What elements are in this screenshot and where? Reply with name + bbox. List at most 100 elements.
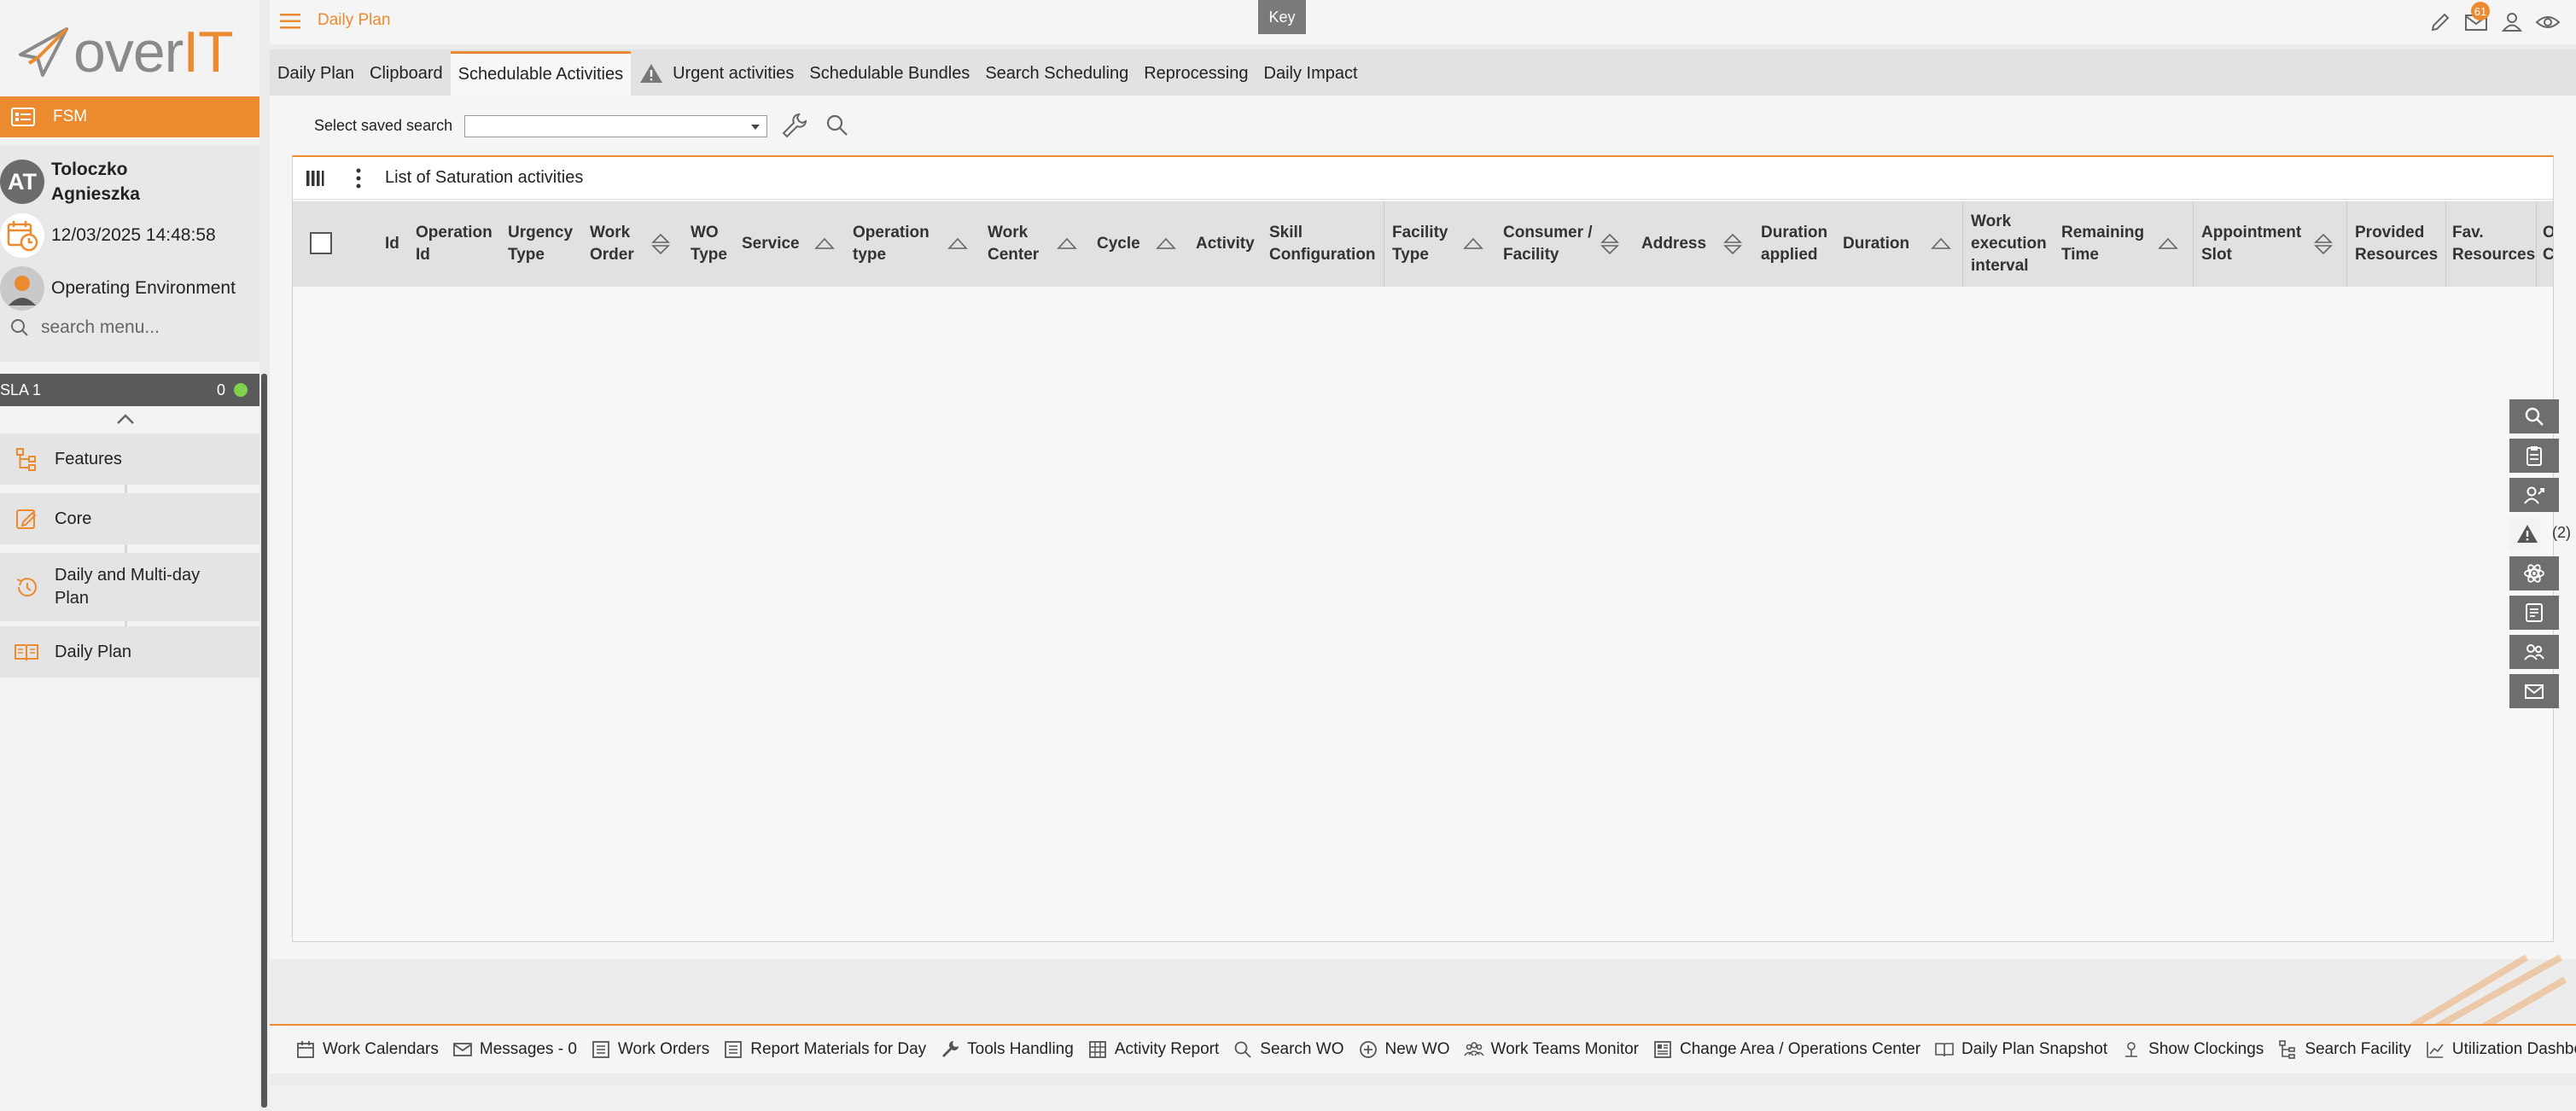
sla-bar[interactable]: SLA 1 0: [0, 374, 259, 406]
column-divider[interactable]: [2445, 201, 2446, 287]
columns-icon[interactable]: [305, 168, 325, 189]
column-header-provided-resources[interactable]: Provided Resources: [2355, 201, 2440, 287]
link-search-facility[interactable]: Search Facility: [2277, 1039, 2411, 1060]
sidebar-scrollbar[interactable]: [261, 374, 267, 1108]
sort-up-icon[interactable]: [1930, 232, 1952, 256]
module-fsm-bar[interactable]: FSM: [0, 96, 259, 137]
column-header-appointment-slot[interactable]: Appointment Slot: [2201, 201, 2312, 287]
sort-up-icon[interactable]: [947, 232, 969, 256]
hamburger-menu-icon[interactable]: [278, 10, 302, 32]
chevron-up-icon[interactable]: [114, 411, 137, 427]
tool-clipboard-button[interactable]: [2509, 439, 2559, 473]
overit-logo[interactable]: overIT: [17, 22, 248, 82]
tab-daily-impact[interactable]: Daily Impact: [1256, 51, 1366, 96]
sort-up-icon[interactable]: [813, 232, 836, 256]
tool-alerts-button[interactable]: [2509, 517, 2540, 551]
watermark-logo-icon: [2404, 954, 2567, 1031]
tab-schedulable-bundles[interactable]: Schedulable Bundles: [801, 51, 977, 96]
link-show-clockings[interactable]: Show Clockings: [2121, 1039, 2264, 1060]
link-messages[interactable]: Messages - 0: [452, 1039, 577, 1060]
column-header-skill-configuration[interactable]: Skill Configuration: [1269, 201, 1380, 287]
column-header-work-execution-interval[interactable]: Work execution interval: [1971, 201, 2056, 287]
column-header-id[interactable]: Id: [385, 201, 399, 287]
avatar[interactable]: AT: [0, 160, 44, 204]
user-name: Toloczko Agnieszka: [51, 157, 140, 206]
user-icon[interactable]: [2499, 9, 2525, 35]
column-header-truncated[interactable]: O C: [2543, 201, 2553, 287]
pencil-icon[interactable]: [2427, 9, 2453, 35]
tab-search-scheduling[interactable]: Search Scheduling: [977, 51, 1136, 96]
sort-both-icon[interactable]: [1599, 232, 1621, 256]
column-divider[interactable]: [2193, 201, 2194, 287]
sort-both-icon[interactable]: [650, 232, 672, 256]
column-header-address[interactable]: Address: [1641, 201, 1706, 287]
column-header-service[interactable]: Service: [742, 201, 800, 287]
column-header-remaining-time[interactable]: Remaining Time: [2061, 201, 2155, 287]
tab-reprocessing[interactable]: Reprocessing: [1136, 51, 1256, 96]
tool-team-button[interactable]: [2509, 635, 2559, 669]
link-label: Report Materials for Day: [750, 1040, 927, 1058]
column-header-work-order[interactable]: Work Order: [590, 201, 650, 287]
key-button[interactable]: Key: [1258, 0, 1306, 34]
sort-up-icon[interactable]: [1155, 232, 1177, 256]
column-header-duration-applied[interactable]: Duration applied: [1761, 201, 1838, 287]
tool-search-button[interactable]: [2509, 399, 2559, 433]
column-divider[interactable]: [2346, 201, 2347, 287]
sort-up-icon[interactable]: [2157, 232, 2179, 256]
link-activity-report[interactable]: Activity Report: [1087, 1039, 1219, 1060]
tool-assign-user-button[interactable]: [2509, 478, 2559, 512]
saved-search-select[interactable]: [464, 115, 767, 137]
link-new-wo[interactable]: New WO: [1358, 1039, 1450, 1060]
link-report-materials[interactable]: Report Materials for Day: [723, 1039, 926, 1060]
sort-both-icon[interactable]: [1722, 232, 1744, 256]
tab-clipboard[interactable]: Clipboard: [362, 51, 451, 96]
link-work-teams-monitor[interactable]: Work Teams Monitor: [1463, 1039, 1639, 1060]
sort-up-icon[interactable]: [1056, 232, 1078, 256]
tab-schedulable-activities[interactable]: Schedulable Activities: [450, 51, 632, 96]
eye-icon[interactable]: [2535, 9, 2561, 35]
column-header-operation-type[interactable]: Operation type: [853, 201, 947, 287]
tab-urgent-activities[interactable]: Urgent activities: [631, 51, 801, 96]
search-menu-input[interactable]: [41, 317, 254, 338]
column-header-fav-resources[interactable]: Fav. Resources: [2452, 201, 2538, 287]
column-header-work-center[interactable]: Work Center: [988, 201, 1056, 287]
tool-report-button[interactable]: [2509, 596, 2559, 630]
wrench-icon[interactable]: [780, 111, 809, 140]
sort-up-icon[interactable]: [1462, 232, 1484, 256]
sort-both-icon[interactable]: [2312, 232, 2334, 256]
link-utilization-dashboard[interactable]: Utilization Dashboard: [2425, 1039, 2576, 1060]
link-change-area[interactable]: Change Area / Operations Center: [1652, 1039, 1920, 1060]
column-header-duration[interactable]: Duration: [1843, 201, 1909, 287]
tab-label: Search Scheduling: [985, 63, 1129, 83]
sidebar-item-daily-multiday-plan[interactable]: Daily and Multi-day Plan: [0, 553, 259, 621]
column-label: Fav. Resources: [2452, 224, 2536, 264]
tool-mail-button[interactable]: [2509, 674, 2559, 708]
link-work-orders[interactable]: Work Orders: [591, 1039, 709, 1060]
sidebar-item-features[interactable]: Features: [0, 433, 259, 485]
column-label: Work Center: [988, 224, 1040, 264]
column-header-activity[interactable]: Activity: [1196, 201, 1255, 287]
link-work-calendars[interactable]: Work Calendars: [295, 1039, 439, 1060]
select-all-checkbox[interactable]: [310, 232, 332, 254]
search-icon[interactable]: [825, 113, 850, 138]
column-header-facility-type[interactable]: Facility Type: [1392, 201, 1460, 287]
column-divider[interactable]: [1962, 201, 1963, 287]
sidebar-item-core[interactable]: Core: [0, 493, 259, 544]
environment-label[interactable]: Operating Environment: [51, 278, 236, 299]
more-vertical-icon[interactable]: [353, 167, 364, 189]
column-header-urgency-type[interactable]: Urgency Type: [508, 201, 585, 287]
column-header-wo-type[interactable]: WO Type: [691, 201, 742, 287]
column-label: Consumer / Facility: [1503, 224, 1593, 264]
column-label: Id: [385, 235, 399, 253]
column-header-cycle[interactable]: Cycle: [1097, 201, 1140, 287]
tab-daily-plan[interactable]: Daily Plan: [270, 51, 362, 96]
column-header-operation-id[interactable]: Operation Id: [416, 201, 501, 287]
column-header-consumer-facility[interactable]: Consumer / Facility: [1503, 201, 1594, 287]
column-label: Appointment Slot: [2201, 224, 2302, 264]
tool-atom-button[interactable]: [2509, 556, 2559, 590]
link-tools-handling[interactable]: Tools Handling: [940, 1039, 1074, 1060]
column-divider[interactable]: [2536, 201, 2537, 287]
link-daily-plan-snapshot[interactable]: Daily Plan Snapshot: [1934, 1039, 2107, 1060]
link-search-wo[interactable]: Search WO: [1233, 1039, 1344, 1060]
sidebar-item-daily-plan[interactable]: Daily Plan: [0, 626, 259, 678]
